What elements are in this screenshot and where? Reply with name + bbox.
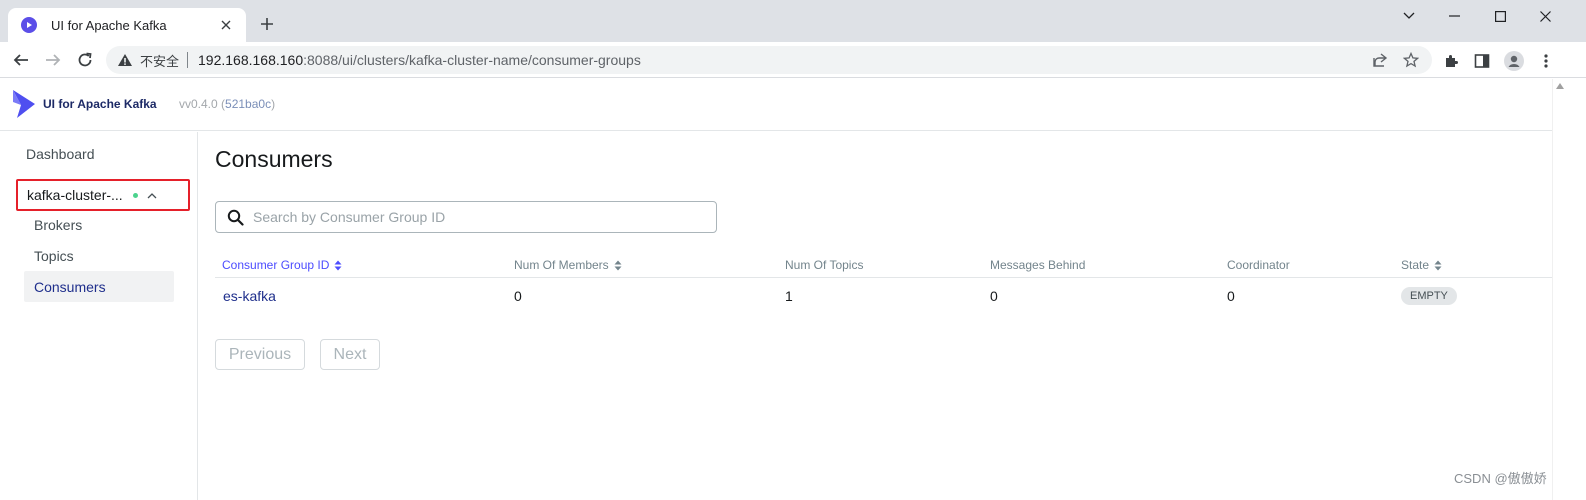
sidebar-item-brokers[interactable]: Brokers [24, 209, 174, 240]
chevron-up-icon [147, 190, 157, 200]
back-arrow-icon[interactable] [9, 48, 33, 72]
consumer-group-link[interactable]: es-kafka [223, 288, 276, 304]
search-input[interactable] [253, 209, 693, 225]
page-scrollbar[interactable] [1552, 79, 1566, 500]
sidebar-item-label: Brokers [34, 216, 83, 233]
new-tab-icon[interactable] [256, 13, 278, 35]
watermark: CSDN @傲傲娇 [1454, 471, 1547, 486]
app-header: UI for Apache Kafka vv0.4.0 (521ba0c) [0, 79, 1552, 131]
column-label: Coordinator [1227, 258, 1290, 272]
insecure-label[interactable]: 不安全 [140, 51, 179, 70]
cell-num-members: 0 [514, 288, 522, 304]
browser-menu-icon[interactable] [1536, 51, 1556, 71]
cell-coordinator: 0 [1227, 288, 1235, 304]
cluster-name: kafka-cluster-... [27, 187, 123, 203]
column-header-messages-behind: Messages Behind [990, 258, 1085, 272]
column-label: Messages Behind [990, 258, 1086, 272]
share-icon[interactable] [1371, 51, 1389, 69]
browser-tab[interactable]: UI for Apache Kafka [8, 8, 246, 42]
url-path: :8088/ui/clusters/kafka-cluster-name/con… [303, 52, 641, 68]
bookmark-star-icon[interactable] [1402, 51, 1420, 69]
reload-icon[interactable] [73, 48, 97, 72]
table-header: Consumer Group ID Num Of Members Num Of … [215, 256, 1552, 278]
kafka-logo-icon[interactable] [11, 88, 37, 120]
next-button[interactable]: Next [320, 339, 380, 370]
address-bar[interactable]: 不安全 192.168.168.160:8088/ui/clusters/kaf… [106, 46, 1432, 74]
column-label: Consumer Group ID [222, 258, 330, 272]
sort-icon [1434, 260, 1442, 271]
table-row: es-kafka 0 1 0 0 EMPTY [215, 278, 1552, 314]
tab-title: UI for Apache Kafka [51, 17, 167, 33]
version-prefix: vv0.4.0 ( [179, 97, 226, 111]
maximize-icon[interactable] [1477, 6, 1523, 26]
address-separator [187, 52, 189, 68]
app-title[interactable]: UI for Apache Kafka [43, 97, 157, 111]
close-window-icon[interactable] [1522, 6, 1568, 26]
cell-messages-behind: 0 [990, 288, 998, 304]
column-header-num-members[interactable]: Num Of Members [514, 258, 622, 272]
app-version: vv0.4.0 (521ba0c) [179, 97, 275, 111]
sidebar-item-dashboard[interactable]: Dashboard [26, 146, 95, 162]
extensions-puzzle-icon[interactable] [1441, 51, 1461, 71]
sidebar-item-consumers[interactable]: Consumers [24, 271, 174, 302]
column-header-state[interactable]: State [1401, 258, 1442, 272]
column-header-coordinator: Coordinator [1227, 258, 1290, 272]
column-label: State [1401, 258, 1430, 272]
cell-num-topics: 1 [785, 288, 793, 304]
cluster-online-status-dot [132, 192, 138, 198]
browser-tabstrip: UI for Apache Kafka [0, 0, 1586, 42]
sort-icon [334, 260, 342, 271]
kafka-favicon-icon [21, 17, 37, 33]
sidebar-item-label: Consumers [34, 278, 106, 295]
page-title: Consumers [215, 146, 333, 172]
main-content: Consumers Consumer Group ID Num Of Membe… [199, 132, 1552, 500]
column-label: Num Of Members [514, 258, 609, 272]
sidebar-cluster-toggle[interactable]: kafka-cluster-... [16, 179, 190, 211]
previous-button[interactable]: Previous [215, 339, 305, 370]
url-text[interactable]: 192.168.168.160:8088/ui/clusters/kafka-c… [198, 52, 641, 68]
tab-search-chevron-icon[interactable] [1386, 6, 1432, 26]
sort-icon [614, 260, 622, 271]
search-box[interactable] [215, 201, 717, 233]
search-icon [227, 209, 244, 226]
state-badge: EMPTY [1401, 287, 1457, 305]
version-suffix: ) [271, 97, 276, 111]
scroll-up-arrow-icon[interactable] [1556, 83, 1564, 89]
profile-avatar-icon[interactable] [1504, 51, 1524, 71]
side-panel-icon[interactable] [1472, 51, 1492, 71]
sidebar-item-topics[interactable]: Topics [24, 240, 174, 271]
column-header-group-id[interactable]: Consumer Group ID [222, 258, 342, 272]
sidebar-item-label: Topics [34, 247, 74, 264]
column-label: Num Of Topics [785, 258, 864, 272]
warning-triangle-icon[interactable] [116, 51, 134, 69]
sidebar: Dashboard kafka-cluster-... Brokers Topi… [0, 132, 198, 500]
minimize-icon[interactable] [1431, 6, 1477, 26]
browser-toolbar: 不安全 192.168.168.160:8088/ui/clusters/kaf… [0, 42, 1586, 78]
url-host: 192.168.168.160 [198, 52, 304, 68]
version-hash-link[interactable]: 521ba0c [225, 97, 271, 111]
column-header-num-topics: Num Of Topics [785, 258, 863, 272]
tab-close-icon[interactable] [216, 15, 236, 35]
consumer-groups-table: Consumer Group ID Num Of Members Num Of … [215, 256, 1552, 314]
forward-arrow-icon[interactable] [41, 48, 65, 72]
